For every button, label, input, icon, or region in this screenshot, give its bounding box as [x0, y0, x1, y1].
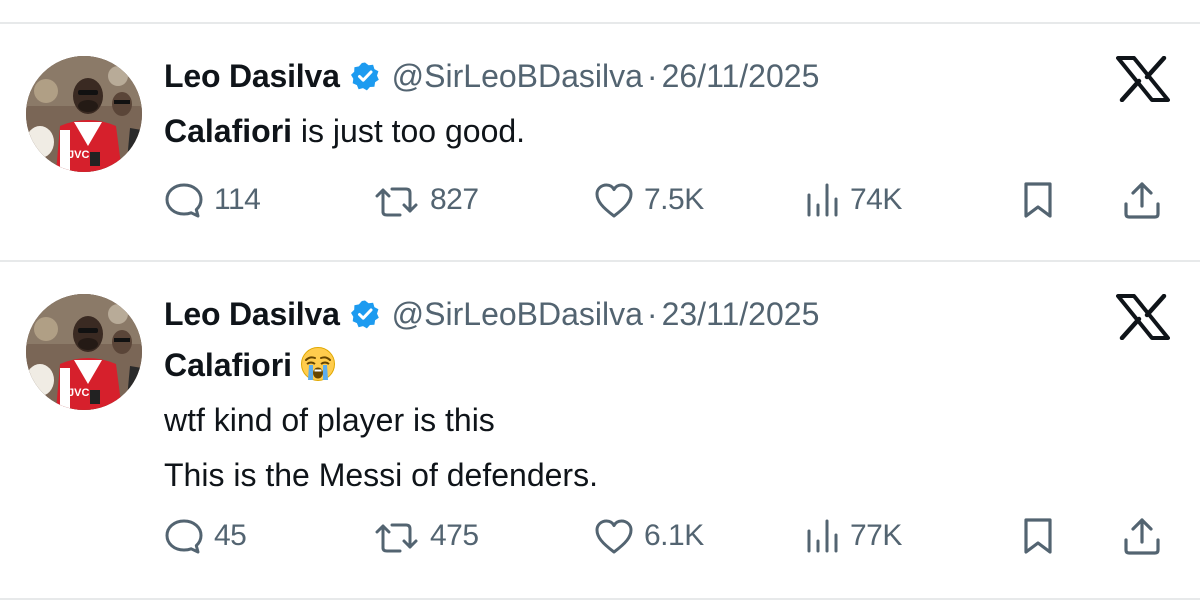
bookmark-button[interactable] [1020, 514, 1056, 558]
bottom-divider [0, 598, 1200, 600]
repost-button[interactable]: 475 [372, 514, 479, 558]
tweet-text-line-1: Calafiori [164, 338, 598, 393]
share-button[interactable] [1122, 514, 1162, 558]
like-count: 6.1K [644, 519, 704, 552]
tweet-text-bold: Calafiori [164, 347, 293, 383]
x-logo-icon [1116, 294, 1170, 340]
share-icon [1124, 518, 1160, 555]
heart-icon [595, 519, 633, 554]
views-button[interactable]: 77K [804, 514, 902, 558]
views-icon [807, 519, 838, 553]
author-handle[interactable]: @SirLeoBDasilva [392, 296, 643, 333]
reply-icon [165, 519, 203, 554]
tweet-date[interactable]: 23/11/2025 [662, 296, 820, 333]
separator-dot: · [646, 295, 658, 332]
view-count: 77K [850, 519, 902, 552]
verified-badge-icon [349, 299, 380, 329]
action-bar: 45 475 6.1K 77K [0, 514, 1200, 558]
tweet-text-line-3: This is the Messi of defenders. [164, 457, 598, 493]
reply-count: 45 [214, 519, 247, 552]
reply-button[interactable]: 45 [164, 514, 247, 558]
repost-icon [375, 523, 418, 553]
tweet[interactable]: Leo Dasilva @SirLeoBDasilva · 23/11/2025… [0, 0, 1200, 600]
tweet-header: Leo Dasilva @SirLeoBDasilva · 23/11/2025 [164, 294, 819, 334]
bookmark-icon [1024, 518, 1052, 554]
like-button[interactable]: 6.1K [594, 514, 704, 558]
repost-count: 475 [430, 519, 479, 552]
avatar[interactable] [26, 294, 142, 410]
loudly-crying-face-icon [300, 346, 336, 382]
tweet-text-line-2: wtf kind of player is this [164, 402, 495, 438]
author-name[interactable]: Leo Dasilva [164, 296, 340, 333]
tweet-text: Calafiori wtf kind of player is this Thi… [164, 338, 598, 503]
